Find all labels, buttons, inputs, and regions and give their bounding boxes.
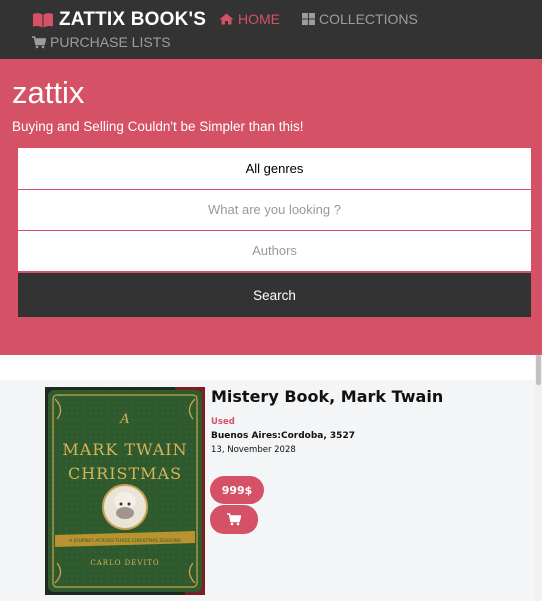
navbar: ZATTIX BOOK'S HOME COLLECTIONS PURCHASE … bbox=[0, 0, 542, 59]
cover-line2: MARK TWAIN bbox=[62, 440, 187, 459]
book-listing: A MARK TWAIN CHRISTMAS A JOURNEY ACROSS … bbox=[0, 380, 542, 601]
hero-section: zattix Buying and Selling Couldn't be Si… bbox=[0, 59, 542, 355]
brand-name: ZATTIX BOOK'S bbox=[59, 9, 207, 30]
condition-badge: Used bbox=[211, 417, 235, 427]
cover-line3: CHRISTMAS bbox=[68, 464, 182, 483]
authors-input[interactable] bbox=[18, 231, 531, 271]
hero-title: zattix bbox=[12, 75, 85, 110]
cart-icon bbox=[227, 513, 241, 526]
cover-line1: A bbox=[119, 412, 129, 427]
genre-select[interactable]: All genres bbox=[18, 148, 531, 189]
home-icon bbox=[219, 13, 234, 25]
nav-purchase-label: PURCHASE LISTS bbox=[50, 34, 171, 50]
search-button[interactable]: Search bbox=[18, 273, 531, 317]
add-to-cart-button[interactable] bbox=[210, 505, 258, 534]
section-divider bbox=[0, 355, 542, 380]
nav-home[interactable]: HOME bbox=[219, 11, 280, 27]
book-location: Buenos Aires:Cordoba, 3527 bbox=[211, 431, 355, 441]
cover-tagline: A JOURNEY ACROSS THREE CHRISTMAS SEASONS bbox=[69, 538, 181, 544]
hero-subtitle: Buying and Selling Couldn't be Simpler t… bbox=[12, 119, 304, 134]
grid-icon bbox=[302, 13, 315, 25]
book-date: 13, November 2028 bbox=[211, 445, 296, 455]
open-book-icon bbox=[33, 13, 53, 28]
nav-collections[interactable]: COLLECTIONS bbox=[302, 11, 418, 27]
brand[interactable]: ZATTIX BOOK'S bbox=[32, 9, 206, 31]
price-button[interactable]: 999$ bbox=[210, 476, 264, 504]
scrollbar-thumb[interactable] bbox=[536, 355, 541, 385]
search-input[interactable] bbox=[18, 190, 531, 230]
nav-purchase-lists[interactable]: PURCHASE LISTS bbox=[32, 34, 171, 50]
cover-author: CARLO DEVITO bbox=[90, 559, 159, 567]
nav-collections-label: COLLECTIONS bbox=[319, 11, 418, 27]
book-cover-image[interactable]: A MARK TWAIN CHRISTMAS A JOURNEY ACROSS … bbox=[45, 387, 205, 595]
cart-icon bbox=[32, 35, 46, 48]
book-title[interactable]: Mistery Book, Mark Twain bbox=[211, 387, 443, 406]
scrollbar-track[interactable] bbox=[535, 355, 542, 601]
search-form: All genres bbox=[18, 148, 531, 271]
nav-home-label: HOME bbox=[238, 11, 280, 27]
